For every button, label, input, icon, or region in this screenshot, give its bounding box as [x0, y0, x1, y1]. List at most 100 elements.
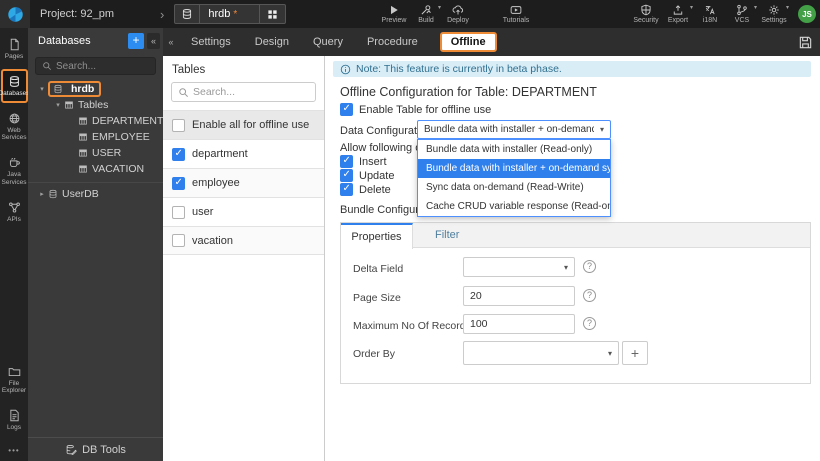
- order-by-select[interactable]: ▾: [463, 341, 619, 365]
- checkbox-checked[interactable]: [340, 169, 353, 182]
- table-row-employee[interactable]: employee: [163, 168, 324, 197]
- checkbox-checked[interactable]: [340, 103, 353, 116]
- tables-panel: Tables Enable all for offline use depart…: [163, 56, 325, 461]
- databases-panel-header: Databases + «: [28, 28, 163, 54]
- settings-button[interactable]: Settings ▾: [758, 0, 790, 28]
- chevron-down-icon: ▾: [437, 5, 441, 11]
- checkbox-checked[interactable]: [172, 147, 185, 161]
- sidebar-item-java-services[interactable]: Java Services: [1, 150, 28, 192]
- checkbox-checked[interactable]: [340, 183, 353, 196]
- tree-node-table[interactable]: VACATION: [28, 161, 163, 177]
- tree-node-label: EMPLOYEE: [92, 131, 150, 143]
- table-row-department[interactable]: department: [163, 139, 324, 168]
- user-avatar[interactable]: JS: [798, 5, 816, 23]
- help-icon[interactable]: ?: [583, 317, 596, 330]
- page-icon: [8, 38, 21, 51]
- order-by-label: Order By: [353, 348, 396, 360]
- api-nodes-icon: [8, 201, 21, 214]
- db-tools-button[interactable]: DB Tools: [28, 437, 163, 461]
- breadcrumb-entity-chip[interactable]: hrdb *: [174, 4, 287, 24]
- build-button[interactable]: Build ▾: [410, 0, 442, 28]
- checkbox-unchecked[interactable]: [172, 118, 185, 132]
- checkbox-checked[interactable]: [340, 155, 353, 168]
- chevron-down-icon: ▾: [607, 348, 612, 358]
- dropdown-option[interactable]: Cache CRUD variable response (Read-only): [418, 197, 610, 216]
- dropdown-option-selected[interactable]: Bundle data with installer + on-demand s…: [418, 159, 610, 178]
- sidebar-item-web-services[interactable]: Web Services: [1, 106, 28, 148]
- operation-update[interactable]: Update: [340, 169, 394, 182]
- database-search-input[interactable]: [56, 60, 146, 72]
- tree-node-label: UserDB: [62, 188, 99, 200]
- tree-node-table[interactable]: DEPARTMENT: [28, 113, 163, 129]
- add-database-button[interactable]: +: [128, 33, 144, 49]
- tab-settings[interactable]: Settings: [179, 36, 243, 48]
- table-row-user[interactable]: user: [163, 197, 324, 226]
- deploy-button[interactable]: Deploy: [442, 0, 474, 28]
- sidebar-item-pages[interactable]: Pages: [1, 32, 28, 66]
- top-bar: Project: 92_pm › hrdb * Preview Build ▾ …: [0, 0, 820, 28]
- preview-button[interactable]: Preview: [378, 0, 410, 28]
- tab-filter[interactable]: Filter: [413, 223, 481, 247]
- export-button[interactable]: Export ▾: [662, 0, 694, 28]
- folder-icon: [8, 365, 21, 378]
- tree-collapsed-icon[interactable]: ▸: [36, 190, 48, 198]
- tree-node-table[interactable]: EMPLOYEE: [28, 129, 163, 145]
- settings-actions: Security Export ▾ i18N VCS ▾ Settings ▾ …: [630, 0, 816, 28]
- search-icon: [178, 87, 189, 98]
- checkbox-unchecked[interactable]: [172, 205, 185, 219]
- dropdown-option[interactable]: Sync data on-demand (Read-Write): [418, 178, 610, 197]
- tab-procedure[interactable]: Procedure: [355, 36, 430, 48]
- operation-insert[interactable]: Insert: [340, 155, 387, 168]
- collapse-panel-icon[interactable]: «: [163, 37, 179, 47]
- delta-field-select[interactable]: ▾: [463, 257, 575, 277]
- tree-expand-icon[interactable]: ▾: [36, 85, 48, 93]
- dashboard-grid-icon[interactable]: [259, 5, 285, 23]
- project-name: Project: 92_pm: [40, 8, 114, 20]
- checkbox-checked[interactable]: [172, 176, 185, 190]
- entity-tab-bar: « Settings Design Query Procedure Offlin…: [163, 28, 820, 56]
- tree-node-tables[interactable]: ▾ Tables: [28, 97, 163, 113]
- checkbox-unchecked[interactable]: [172, 234, 185, 247]
- security-button[interactable]: Security: [630, 0, 662, 28]
- add-order-by-button[interactable]: +: [622, 341, 648, 365]
- tab-properties[interactable]: Properties: [341, 223, 413, 249]
- beta-note-banner: Note: This feature is currently in beta …: [333, 61, 811, 77]
- tab-design[interactable]: Design: [243, 36, 301, 48]
- vcs-button[interactable]: VCS ▾: [726, 0, 758, 28]
- save-icon[interactable]: [798, 35, 813, 50]
- data-configuration-select[interactable]: Bundle data with installer + on-demand s…: [417, 120, 611, 139]
- sidebar-item-logs[interactable]: Logs: [1, 403, 28, 437]
- sidebar-item-databases[interactable]: Databases: [0, 68, 30, 103]
- sidebar-item-apis[interactable]: APIs: [1, 195, 28, 229]
- table-row-enable-all[interactable]: Enable all for offline use: [163, 110, 324, 139]
- tree-node-table[interactable]: USER: [28, 145, 163, 161]
- tree-node-hrdb[interactable]: ▾ hrdb: [28, 81, 163, 97]
- tab-query[interactable]: Query: [301, 36, 355, 48]
- tree-node-label: VACATION: [92, 163, 145, 175]
- max-records-input[interactable]: [463, 314, 575, 334]
- databases-panel: Databases + « ▾ hrdb ▾ Tables DEPARTMENT…: [28, 28, 163, 461]
- help-icon[interactable]: ?: [583, 260, 596, 273]
- page-size-input[interactable]: [463, 286, 575, 306]
- tutorials-button[interactable]: Tutorials: [500, 0, 532, 28]
- i18n-button[interactable]: i18N: [694, 0, 726, 28]
- more-options-icon[interactable]: •••: [8, 440, 19, 461]
- operation-delete[interactable]: Delete: [340, 183, 391, 196]
- tree-node-label: hrdb: [71, 83, 95, 95]
- dropdown-option[interactable]: Bundle data with installer (Read-only): [418, 140, 610, 159]
- info-icon: [340, 64, 351, 75]
- collapse-panel-icon[interactable]: «: [147, 33, 160, 49]
- app-logo[interactable]: [0, 0, 30, 28]
- help-icon[interactable]: ?: [583, 289, 596, 302]
- table-row-vacation[interactable]: vacation: [163, 226, 324, 255]
- tables-search-input[interactable]: [193, 86, 303, 98]
- tree-node-userdb[interactable]: ▸ UserDB: [28, 186, 163, 202]
- delta-field-label: Delta Field: [353, 263, 404, 275]
- enable-table-row[interactable]: Enable Table for offline use: [340, 103, 491, 116]
- tree-divider: [28, 182, 163, 183]
- tab-offline[interactable]: Offline: [439, 32, 497, 52]
- sidebar-item-file-explorer[interactable]: File Explorer: [1, 359, 28, 401]
- tree-expand-icon[interactable]: ▾: [52, 101, 64, 109]
- run-actions: Preview Build ▾ Deploy: [378, 0, 474, 28]
- table-icon: [78, 164, 88, 174]
